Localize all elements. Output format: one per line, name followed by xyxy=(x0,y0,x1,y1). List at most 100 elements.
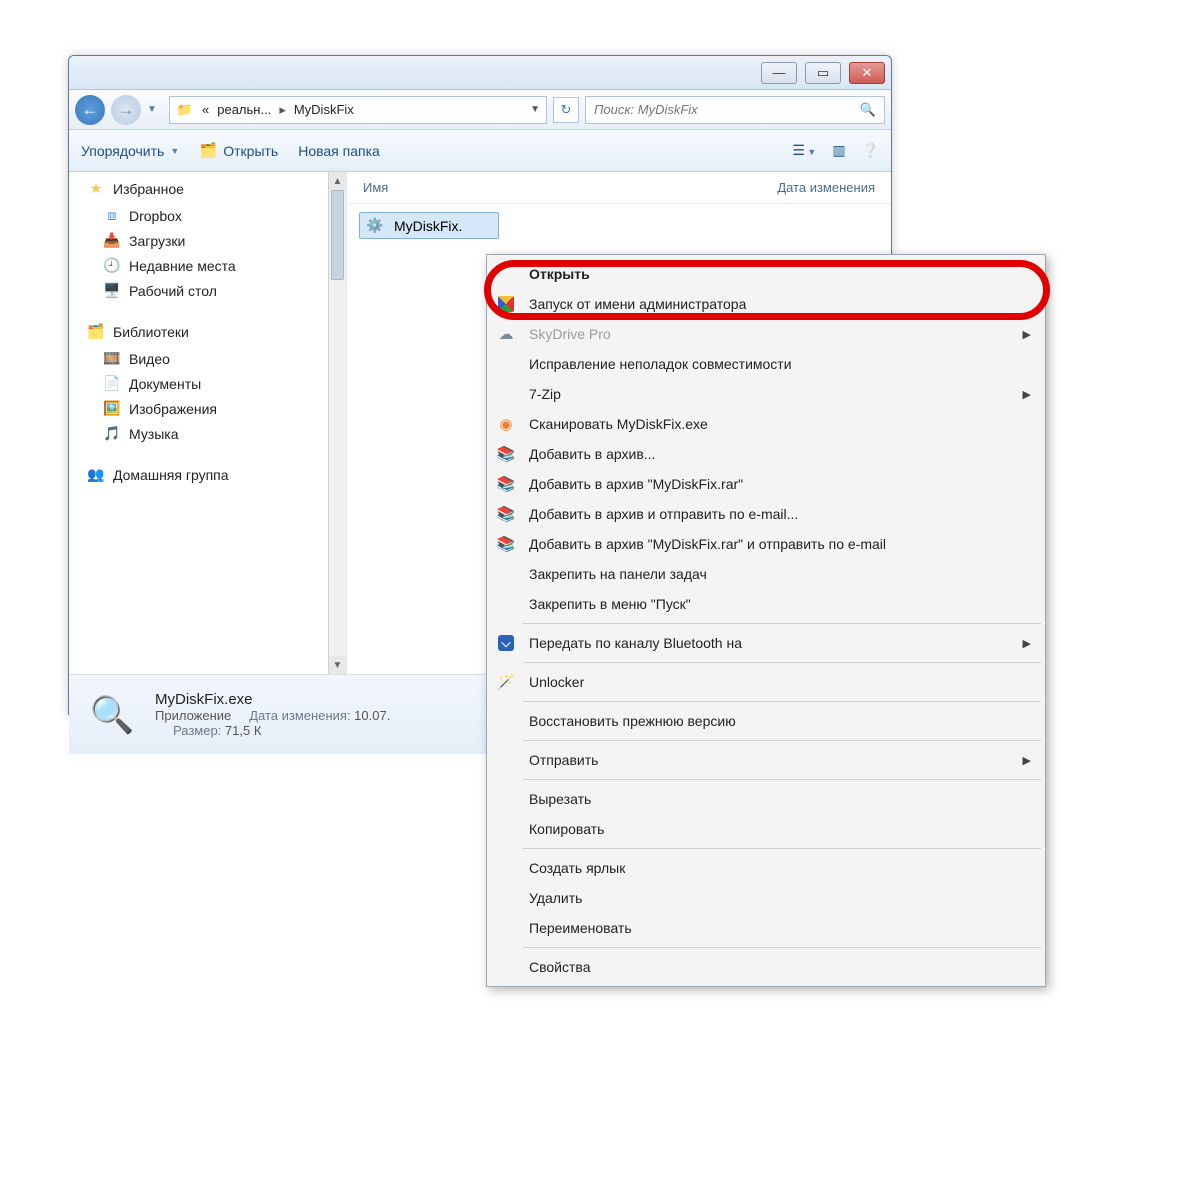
homegroup-icon: 👥 xyxy=(87,466,105,483)
cm-separator xyxy=(523,740,1041,741)
bluetooth-icon: ⌵ xyxy=(498,635,514,651)
open-label: Открыть xyxy=(223,143,278,159)
cm-delete[interactable]: Удалить xyxy=(489,883,1043,913)
cm-separator xyxy=(523,662,1041,663)
scroll-thumb[interactable] xyxy=(331,190,344,280)
forward-button[interactable]: → xyxy=(111,95,141,125)
cm-add-email[interactable]: 📚Добавить в архив и отправить по e-mail.… xyxy=(489,499,1043,529)
context-menu: Открыть Запуск от имени администратора ☁… xyxy=(486,254,1046,987)
images-icon: 🖼️ xyxy=(103,400,121,417)
file-row-selected[interactable]: ⚙️ MyDiskFix. xyxy=(359,212,499,239)
libraries-icon: 🗂️ xyxy=(87,323,105,340)
cm-scan[interactable]: ◉Сканировать MyDiskFix.exe xyxy=(489,409,1043,439)
organize-menu[interactable]: Упорядочить xyxy=(81,143,179,159)
cm-pin-taskbar[interactable]: Закрепить на панели задач xyxy=(489,559,1043,589)
shield-icon xyxy=(498,296,514,312)
scroll-up[interactable]: ▲ xyxy=(329,172,346,190)
open-button[interactable]: 🗂️ Открыть xyxy=(199,142,278,159)
cm-restore[interactable]: Восстановить прежнюю версию xyxy=(489,706,1043,736)
cm-sendto[interactable]: Отправить▶ xyxy=(489,745,1043,775)
sidebar-item-music[interactable]: 🎵Музыка xyxy=(87,421,342,446)
cm-separator xyxy=(523,623,1041,624)
column-headers: Имя Дата изменения xyxy=(347,172,891,204)
breadcrumb-chevron: « xyxy=(202,102,209,117)
details-icon: 🔍 xyxy=(85,688,139,742)
scrollbar[interactable]: ▲ ▼ xyxy=(328,172,346,674)
cm-separator xyxy=(523,848,1041,849)
details-filename: MyDiskFix.exe xyxy=(155,691,390,708)
folder-icon: 📁 xyxy=(176,102,194,118)
winrar-icon: 📚 xyxy=(495,475,517,493)
libraries-header[interactable]: 🗂️Библиотеки xyxy=(87,323,342,340)
favorites-header[interactable]: ★Избранное xyxy=(87,180,342,197)
exe-icon: ⚙️ xyxy=(366,217,384,234)
maximize-button[interactable]: ▭ xyxy=(805,62,841,84)
refresh-button[interactable]: ↻ xyxy=(553,97,579,123)
cm-run-as-admin[interactable]: Запуск от имени администратора xyxy=(489,289,1043,319)
scroll-down[interactable]: ▼ xyxy=(329,656,346,674)
cm-bluetooth[interactable]: ⌵Передать по каналу Bluetooth на▶ xyxy=(489,628,1043,658)
documents-icon: 📄 xyxy=(103,375,121,392)
navbar: ← → ▼ 📁 « реальн... ▸ MyDiskFix ▼ ↻ 🔍 xyxy=(69,90,891,130)
back-button[interactable]: ← xyxy=(75,95,105,125)
breadcrumb-dropdown[interactable]: ▼ xyxy=(530,104,540,115)
cm-properties[interactable]: Свойства xyxy=(489,952,1043,982)
sidebar-item-documents[interactable]: 📄Документы xyxy=(87,371,342,396)
help-button[interactable]: ❔ xyxy=(862,142,879,159)
details-size-key: Размер: xyxy=(173,723,221,738)
breadcrumb-part[interactable]: MyDiskFix xyxy=(294,102,354,117)
cm-add-archive[interactable]: 📚Добавить в архив... xyxy=(489,439,1043,469)
winrar-icon: 📚 xyxy=(495,535,517,553)
cm-open[interactable]: Открыть xyxy=(489,259,1043,289)
toolbar: Упорядочить 🗂️ Открыть Новая папка ☰ ▥ ❔ xyxy=(69,130,891,172)
breadcrumb-separator: ▸ xyxy=(279,102,286,118)
sidebar-item-video[interactable]: 🎞️Видео xyxy=(87,346,342,371)
search-icon[interactable]: 🔍 xyxy=(860,102,876,118)
cm-compat[interactable]: Исправление неполадок совместимости xyxy=(489,349,1043,379)
breadcrumb[interactable]: 📁 « реальн... ▸ MyDiskFix ▼ xyxy=(169,96,547,124)
search-box[interactable]: 🔍 xyxy=(585,96,885,124)
file-name: MyDiskFix. xyxy=(394,218,462,234)
avast-icon: ◉ xyxy=(495,415,517,433)
view-menu[interactable]: ☰ xyxy=(792,142,816,159)
new-folder-button[interactable]: Новая папка xyxy=(298,143,380,159)
homegroup-header[interactable]: 👥Домашняя группа xyxy=(87,466,342,483)
cm-rename[interactable]: Переименовать xyxy=(489,913,1043,943)
column-name[interactable]: Имя xyxy=(363,180,777,195)
desktop-icon: 🖥️ xyxy=(103,282,121,299)
sidebar-item-images[interactable]: 🖼️Изображения xyxy=(87,396,342,421)
details-type: Приложение xyxy=(155,708,231,723)
close-button[interactable]: ✕ xyxy=(849,62,885,84)
cm-pin-start[interactable]: Закрепить в меню "Пуск" xyxy=(489,589,1043,619)
sidebar-item-dropbox[interactable]: ⧈Dropbox xyxy=(87,203,342,228)
details-size-value: 71,5 К xyxy=(225,723,262,738)
minimize-button[interactable]: — xyxy=(761,62,797,84)
history-dropdown[interactable]: ▼ xyxy=(147,104,163,115)
column-date[interactable]: Дата изменения xyxy=(777,180,875,195)
cm-7zip[interactable]: 7-Zip▶ xyxy=(489,379,1043,409)
recent-icon: 🕘 xyxy=(103,257,121,274)
sidebar-item-downloads[interactable]: 📥Загрузки xyxy=(87,228,342,253)
breadcrumb-part[interactable]: реальн... xyxy=(217,102,271,117)
sidebar-item-recent[interactable]: 🕘Недавние места xyxy=(87,253,342,278)
cm-skydrive[interactable]: ☁SkyDrive Pro▶ xyxy=(489,319,1043,349)
star-icon: ★ xyxy=(87,180,105,197)
titlebar: — ▭ ✕ xyxy=(69,56,891,90)
cm-shortcut[interactable]: Создать ярлык xyxy=(489,853,1043,883)
music-icon: 🎵 xyxy=(103,425,121,442)
details-date-key: Дата изменения: xyxy=(249,708,350,723)
sidebar-item-desktop[interactable]: 🖥️Рабочий стол xyxy=(87,278,342,303)
cm-add-rar-email[interactable]: 📚Добавить в архив "MyDiskFix.rar" и отпр… xyxy=(489,529,1043,559)
preview-pane-button[interactable]: ▥ xyxy=(832,142,845,159)
cm-separator xyxy=(523,701,1041,702)
navigation-pane: ★Избранное ⧈Dropbox 📥Загрузки 🕘Недавние … xyxy=(69,172,347,674)
cm-cut[interactable]: Вырезать xyxy=(489,784,1043,814)
cm-separator xyxy=(523,779,1041,780)
cm-unlocker[interactable]: 🪄Unlocker xyxy=(489,667,1043,697)
dropbox-icon: ⧈ xyxy=(103,207,121,224)
winrar-icon: 📚 xyxy=(495,505,517,523)
cloud-icon: ☁ xyxy=(495,325,517,343)
cm-copy[interactable]: Копировать xyxy=(489,814,1043,844)
cm-add-rar[interactable]: 📚Добавить в архив "MyDiskFix.rar" xyxy=(489,469,1043,499)
search-input[interactable] xyxy=(594,102,860,117)
